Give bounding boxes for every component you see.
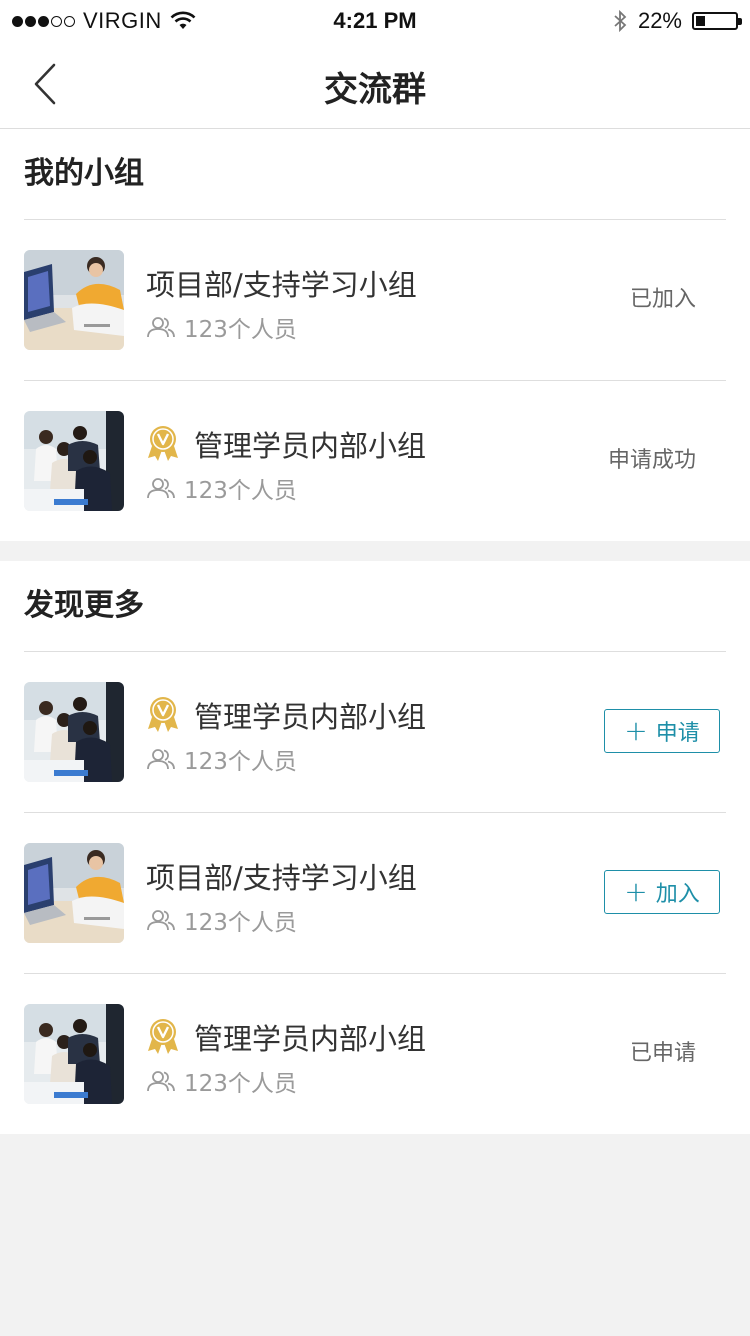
member-count: 123个人员	[146, 310, 297, 344]
plus-icon: +	[624, 714, 648, 747]
apply-button[interactable]: + 申请	[604, 709, 720, 753]
people-icon	[146, 908, 176, 932]
discover-section: 发现更多 管理学员内部小组 123个人员 + 申请 项目部/支持学习小组 123…	[0, 561, 750, 1134]
battery-percent: 22%	[637, 8, 682, 33]
member-count-text: 123个人员	[184, 317, 297, 343]
my-groups-section: 我的小组 项目部/支持学习小组 123个人员 已加入 管理学员内部小组 123个…	[0, 129, 750, 541]
group-thumbnail	[24, 843, 124, 943]
vip-medal-icon	[146, 695, 180, 733]
status-right: 22%	[612, 8, 742, 34]
vip-medal-icon	[146, 1017, 180, 1055]
group-thumbnail	[24, 682, 124, 782]
battery-icon	[692, 12, 742, 30]
people-icon	[146, 1069, 176, 1093]
status-label: 申请成功	[607, 448, 696, 473]
nav-bar: 交流群	[0, 40, 750, 129]
member-count-text: 123个人员	[184, 478, 297, 504]
member-count: 123个人员	[146, 742, 297, 776]
group-thumbnail	[24, 1004, 124, 1104]
group-name: 管理学员内部小组	[194, 429, 427, 463]
member-count-text: 123个人员	[184, 910, 297, 936]
apply-button-label: 申请	[655, 721, 700, 746]
group-name: 管理学员内部小组	[194, 700, 427, 734]
people-icon	[146, 476, 176, 500]
member-count: 123个人员	[146, 471, 297, 505]
status-bar: VIRGIN 4:21 PM 22%	[0, 0, 750, 40]
group-thumbnail	[24, 250, 124, 350]
member-count: 123个人员	[146, 1064, 297, 1098]
plus-icon: +	[624, 875, 648, 908]
people-icon	[146, 747, 176, 771]
member-count-text: 123个人员	[184, 1071, 297, 1097]
group-name: 管理学员内部小组	[194, 1022, 427, 1056]
group-name: 项目部/支持学习小组	[146, 861, 417, 895]
vip-medal-icon	[146, 424, 180, 462]
group-name: 项目部/支持学习小组	[146, 268, 417, 302]
status-label: 已申请	[629, 1041, 696, 1066]
member-count: 123个人员	[146, 903, 297, 937]
bluetooth-icon	[614, 9, 627, 33]
member-count-text: 123个人员	[184, 749, 297, 775]
page-title: 交流群	[324, 70, 426, 110]
list-item[interactable]: 管理学员内部小组 123个人员 + 申请	[24, 651, 726, 812]
section-title-discover: 发现更多	[24, 588, 144, 623]
status-label: 已加入	[629, 287, 696, 312]
list-item[interactable]: 项目部/支持学习小组 123个人员 已加入	[24, 219, 726, 380]
list-item[interactable]: 管理学员内部小组 123个人员 申请成功	[24, 380, 726, 541]
people-icon	[146, 315, 176, 339]
list-item[interactable]: 管理学员内部小组 123个人员 已申请	[24, 973, 726, 1134]
group-thumbnail	[24, 411, 124, 511]
section-title-my-groups: 我的小组	[24, 156, 144, 191]
list-item[interactable]: 项目部/支持学习小组 123个人员 + 加入	[24, 812, 726, 973]
join-button[interactable]: + 加入	[604, 870, 720, 914]
join-button-label: 加入	[655, 882, 700, 907]
